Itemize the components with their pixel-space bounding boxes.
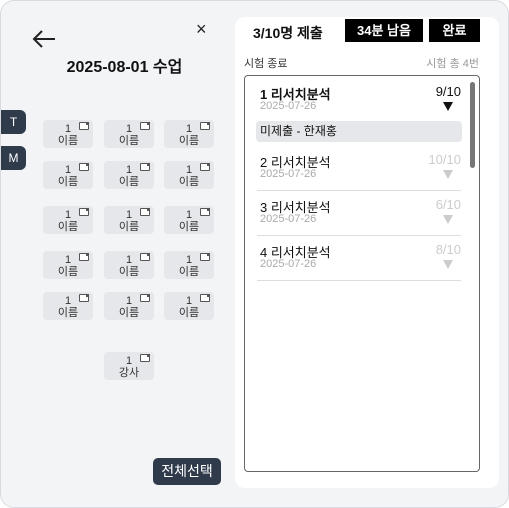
student-seat[interactable]: 1 이름 xyxy=(104,251,154,279)
exam-date: 2025-07-26 xyxy=(260,168,317,180)
student-seat[interactable]: 1 이름 xyxy=(164,292,214,320)
seat-name: 이름 xyxy=(118,176,140,188)
seat-name: 강사 xyxy=(118,367,140,379)
document-icon xyxy=(200,294,210,302)
page-title: 2025-08-01 수업 xyxy=(66,59,183,76)
seat-name: 이름 xyxy=(178,221,200,233)
student-seat[interactable]: 1 이름 xyxy=(164,251,214,279)
exam-status: 시험 종료 xyxy=(244,58,288,70)
seat-name: 이름 xyxy=(57,221,79,233)
student-seat[interactable]: 1 이름 xyxy=(43,251,93,279)
seat-name: 이름 xyxy=(118,221,140,233)
student-seat[interactable]: 1 이름 xyxy=(164,206,214,234)
document-icon xyxy=(79,163,89,171)
document-icon xyxy=(79,294,89,302)
exam-date: 2025-07-26 xyxy=(260,213,317,225)
tab-m[interactable]: M xyxy=(1,146,26,170)
chevron-down-icon[interactable] xyxy=(443,102,453,111)
document-icon xyxy=(200,253,210,261)
exam-panel: 3/10명 제출 34분 남음 완료 시험 종료 시험 총 4번 1 리서치분석… xyxy=(235,17,499,488)
exam-item-3[interactable]: 3 리서치분석 2025-07-26 6/10 xyxy=(257,197,461,236)
seat-name: 이름 xyxy=(118,135,140,147)
document-icon xyxy=(140,354,150,362)
student-seat[interactable]: 1 이름 xyxy=(164,161,214,189)
document-icon xyxy=(140,294,150,302)
chevron-down-icon[interactable] xyxy=(443,170,453,179)
exam-date: 2025-07-26 xyxy=(260,100,317,112)
unsubmitted-student[interactable]: 미제출 - 한재홍 xyxy=(256,121,462,142)
back-arrow-icon[interactable] xyxy=(31,28,57,50)
seat-name: 이름 xyxy=(57,307,79,319)
exam-list: 1 리서치분석 2025-07-26 9/10 미제출 - 한재홍 2 리서치분… xyxy=(244,75,480,472)
student-seat[interactable]: 1 이름 xyxy=(104,292,154,320)
seat-name: 이름 xyxy=(57,266,79,278)
document-icon xyxy=(200,208,210,216)
student-seat[interactable]: 1 이름 xyxy=(164,120,214,148)
student-seat[interactable]: 1 이름 xyxy=(43,292,93,320)
student-seat[interactable]: 1 이름 xyxy=(104,120,154,148)
document-icon xyxy=(200,163,210,171)
exam-score: 10/10 xyxy=(428,152,461,167)
done-button[interactable]: 완료 xyxy=(429,19,480,42)
seat-name: 이름 xyxy=(57,176,79,188)
document-icon xyxy=(200,122,210,130)
exam-total: 시험 총 4번 xyxy=(426,58,479,70)
document-icon xyxy=(140,253,150,261)
document-icon xyxy=(140,122,150,130)
student-seat[interactable]: 1 이름 xyxy=(104,161,154,189)
exam-item-1[interactable]: 1 리서치분석 2025-07-26 9/10 xyxy=(257,84,461,120)
chevron-down-icon[interactable] xyxy=(443,215,453,224)
teacher-seat[interactable]: 1 강사 xyxy=(104,352,154,380)
select-all-button[interactable]: 전체선택 xyxy=(153,458,221,485)
exam-date: 2025-07-26 xyxy=(260,258,317,270)
student-seat[interactable]: 1 이름 xyxy=(43,161,93,189)
document-icon xyxy=(79,208,89,216)
app-window: × 2025-08-01 수업 T M 1 이름 1 이름 1 이름 1 이름 1 이름 1 이름 1 이… xyxy=(0,0,509,508)
submitted-count: 3/10명 제출 xyxy=(253,25,323,41)
seat-name: 이름 xyxy=(178,266,200,278)
exam-score: 6/10 xyxy=(435,197,461,212)
document-icon xyxy=(140,163,150,171)
document-icon xyxy=(79,253,89,261)
scrollbar[interactable] xyxy=(470,82,475,168)
exam-score: 9/10 xyxy=(435,84,461,99)
seat-name: 이름 xyxy=(178,307,200,319)
exam-score: 8/10 xyxy=(435,242,461,257)
time-left-badge: 34분 남음 xyxy=(345,19,423,42)
student-seat[interactable]: 1 이름 xyxy=(104,206,154,234)
seat-name: 이름 xyxy=(57,135,79,147)
seat-name: 이름 xyxy=(178,176,200,188)
document-icon xyxy=(79,122,89,130)
tab-t[interactable]: T xyxy=(1,110,26,134)
chevron-down-icon[interactable] xyxy=(443,260,453,269)
close-icon[interactable]: × xyxy=(196,20,207,38)
student-seat[interactable]: 1 이름 xyxy=(43,120,93,148)
document-icon xyxy=(140,208,150,216)
exam-item-2[interactable]: 2 리서치분석 2025-07-26 10/10 xyxy=(257,152,461,191)
seat-name: 이름 xyxy=(118,307,140,319)
exam-item-4[interactable]: 4 리서치분석 2025-07-26 8/10 xyxy=(257,242,461,281)
student-seat[interactable]: 1 이름 xyxy=(43,206,93,234)
seat-name: 이름 xyxy=(118,266,140,278)
seat-name: 이름 xyxy=(178,135,200,147)
